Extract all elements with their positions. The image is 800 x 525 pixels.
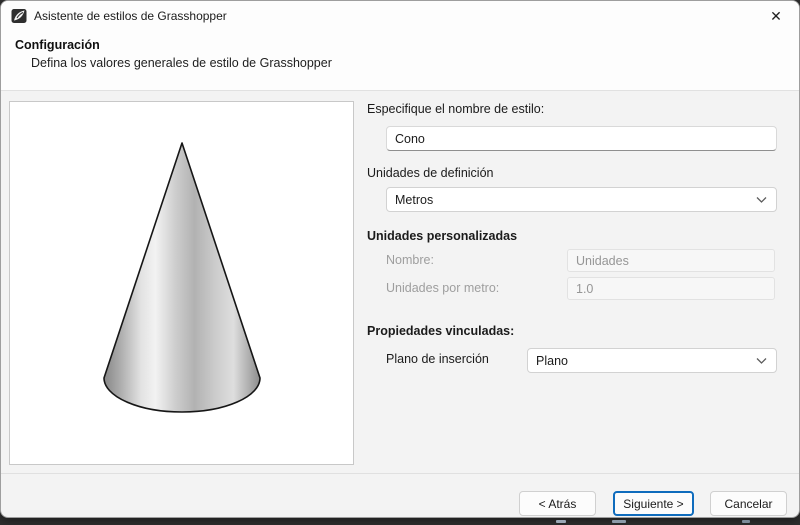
units-per-meter-input xyxy=(567,277,775,300)
background-window-strip xyxy=(556,520,566,523)
insertion-plane-select[interactable]: Plano xyxy=(527,348,777,373)
cone-preview-image xyxy=(102,142,261,413)
wizard-dialog: Asistente de estilos de Grasshopper ✕ Co… xyxy=(0,0,800,518)
titlebar: Asistente de estilos de Grasshopper ✕ xyxy=(1,1,799,31)
window-title: Asistente de estilos de Grasshopper xyxy=(34,9,227,23)
definition-units-value: Metros xyxy=(395,192,434,207)
custom-units-section-label: Unidades personalizadas xyxy=(367,229,518,243)
insertion-plane-label: Plano de inserción xyxy=(386,352,489,366)
grasshopper-logo-icon xyxy=(11,9,27,23)
definition-units-select[interactable]: Metros xyxy=(386,187,777,212)
custom-units-name-label: Nombre: xyxy=(386,253,434,267)
close-icon: ✕ xyxy=(770,7,782,24)
linked-properties-section-label: Propiedades vinculadas: xyxy=(367,324,515,338)
chevron-down-icon xyxy=(756,196,767,203)
insertion-plane-value: Plano xyxy=(536,353,568,368)
footer-divider xyxy=(1,473,799,474)
page-subtitle: Defina los valores generales de estilo d… xyxy=(31,56,332,70)
custom-units-name-input xyxy=(567,249,775,272)
background-window-strip xyxy=(612,520,626,523)
close-button[interactable]: ✕ xyxy=(753,1,799,31)
chevron-down-icon xyxy=(756,357,767,364)
cancel-button[interactable]: Cancelar xyxy=(710,491,787,516)
definition-units-label: Unidades de definición xyxy=(367,166,494,180)
units-per-meter-label: Unidades por metro: xyxy=(386,281,500,295)
style-name-input[interactable] xyxy=(386,126,777,151)
style-name-label: Especifique el nombre de estilo: xyxy=(367,102,545,116)
back-button[interactable]: < Atrás xyxy=(519,491,596,516)
page-title: Configuración xyxy=(15,38,100,52)
background-window-strip xyxy=(742,520,750,523)
next-button[interactable]: Siguiente > xyxy=(613,491,694,516)
style-preview-panel xyxy=(9,101,354,465)
wizard-header: Configuración Defina los valores general… xyxy=(1,31,799,91)
